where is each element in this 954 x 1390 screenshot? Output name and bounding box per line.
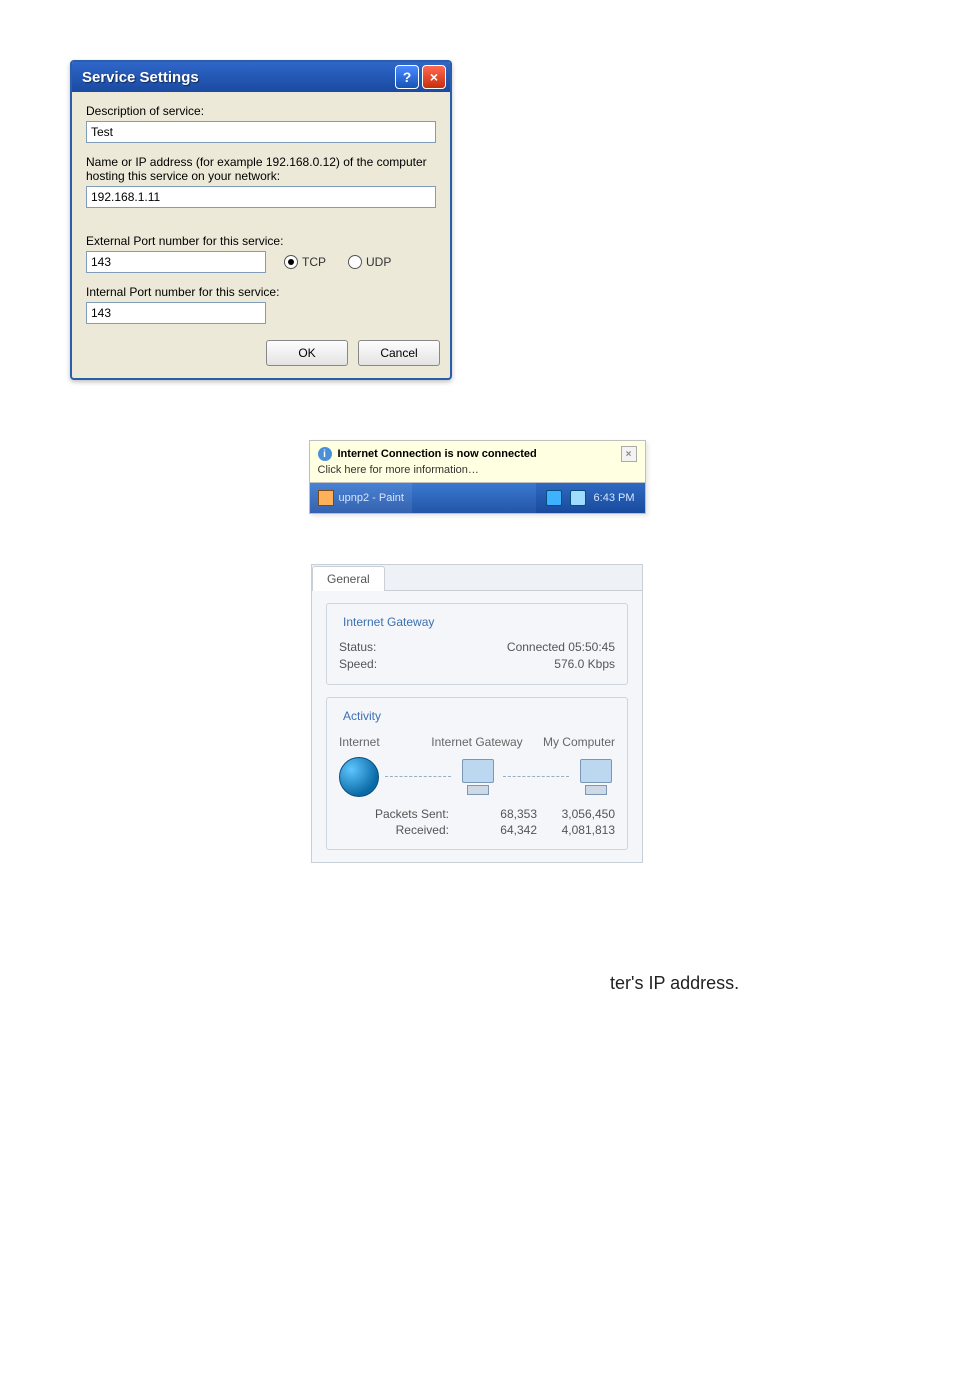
internet-gateway-group-title: Internet Gateway (339, 615, 438, 629)
protocol-tcp-radio[interactable]: TCP (284, 255, 326, 269)
taskbar: upnp2 - Paint 6:43 PM (310, 483, 645, 513)
taskbar-app-label: upnp2 - Paint (339, 492, 404, 504)
host-field[interactable] (86, 186, 436, 208)
speed-value: 576.0 Kbps (429, 657, 615, 671)
protocol-udp-radio[interactable]: UDP (348, 255, 391, 269)
radio-dot-icon (284, 255, 298, 269)
dialog-footer: OK Cancel (72, 334, 450, 378)
protocol-udp-label: UDP (366, 255, 391, 269)
speed-label: Speed: (339, 657, 429, 671)
connection-status-panel: General Internet Gateway Status: Connect… (311, 564, 643, 863)
connection-line-icon (503, 776, 569, 778)
balloon-title: Internet Connection is now connected (338, 448, 537, 460)
connection-line-icon (385, 776, 451, 778)
radio-dot-icon (348, 255, 362, 269)
packets-recv-mycomputer: 4,081,813 (537, 823, 615, 837)
external-port-field[interactable] (86, 251, 266, 273)
dialog-title: Service Settings (82, 69, 392, 86)
status-label: Status: (339, 640, 429, 654)
balloon-subtext: Click here for more information… (318, 464, 637, 476)
balloon-close-button[interactable]: × (621, 446, 637, 462)
host-label: Name or IP address (for example 192.168.… (86, 155, 436, 183)
packets-recv-label: Received: (339, 823, 457, 837)
packets-sent-label: Packets Sent: (339, 807, 457, 821)
activity-col-mycomputer: My Computer (523, 735, 615, 749)
info-icon: i (318, 447, 332, 461)
stray-text-fragment: ter's IP address. (610, 973, 884, 994)
description-label: Description of service: (86, 104, 436, 118)
activity-group-title: Activity (339, 709, 385, 723)
protocol-tcp-label: TCP (302, 255, 326, 269)
close-button[interactable]: × (422, 65, 446, 89)
help-button[interactable]: ? (395, 65, 419, 89)
titlebar: Service Settings ? × (72, 62, 450, 92)
taskbar-app-button[interactable]: upnp2 - Paint (310, 483, 412, 513)
notification-balloon[interactable]: i Internet Connection is now connected ×… (310, 441, 645, 483)
tray-clock: 6:43 PM (594, 492, 635, 504)
tab-strip: General (312, 565, 642, 591)
external-port-label: External Port number for this service: (86, 234, 436, 248)
dialog-body: Description of service: Name or IP addre… (72, 92, 450, 334)
description-field[interactable] (86, 121, 436, 143)
cancel-button[interactable]: Cancel (358, 340, 440, 366)
system-tray: 6:43 PM (536, 483, 645, 513)
internet-gateway-group: Internet Gateway Status: Connected 05:50… (326, 603, 628, 685)
packets-recv-gateway: 64,342 (457, 823, 537, 837)
gateway-pc-icon (457, 759, 497, 795)
service-settings-dialog: Service Settings ? × Description of serv… (70, 60, 452, 380)
internal-port-label: Internal Port number for this service: (86, 285, 436, 299)
packets-sent-gateway: 68,353 (457, 807, 537, 821)
internal-port-field[interactable] (86, 302, 266, 324)
protocol-radio-group: TCP UDP (284, 255, 391, 269)
taskbar-balloon-snippet: i Internet Connection is now connected ×… (309, 440, 646, 514)
mycomputer-pc-icon (575, 759, 615, 795)
activity-group: Activity Internet Internet Gateway My Co… (326, 697, 628, 850)
tray-network-icon[interactable] (570, 490, 586, 506)
activity-col-gateway: Internet Gateway (431, 735, 523, 749)
status-value: Connected 05:50:45 (429, 640, 615, 654)
tray-pc-icon[interactable] (546, 490, 562, 506)
ok-button[interactable]: OK (266, 340, 348, 366)
tab-general[interactable]: General (312, 566, 385, 591)
activity-col-internet: Internet (339, 735, 431, 749)
globe-icon (339, 757, 379, 797)
packets-sent-mycomputer: 3,056,450 (537, 807, 615, 821)
paint-icon (318, 490, 334, 506)
